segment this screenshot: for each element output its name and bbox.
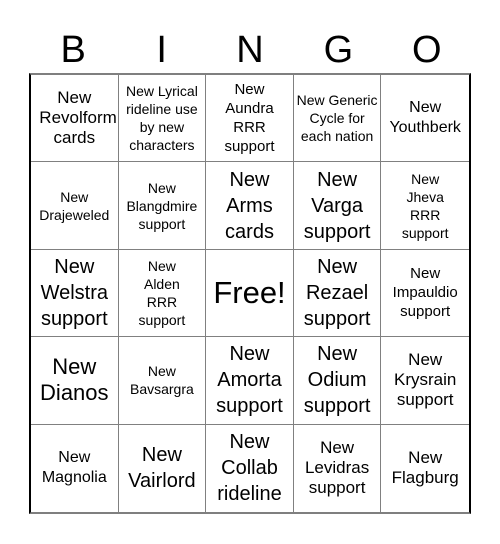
cell-text: New Alden RRR support — [138, 257, 186, 328]
bingo-cell[interactable]: New Alden RRR support — [118, 249, 207, 338]
bingo-board: New Revolform cards New Lyrical rideline… — [29, 73, 471, 514]
cell-text: New Blangdmire support — [126, 179, 198, 232]
bingo-cell[interactable]: New Generic Cycle for each nation — [293, 75, 382, 163]
bingo-cell[interactable]: New Collab rideline — [206, 424, 294, 512]
free-space-text: Free! — [213, 274, 286, 310]
bingo-header: B I N G O — [29, 28, 471, 73]
cell-text: New Bavsargra — [129, 363, 194, 398]
cell-text: New Flagburg — [391, 448, 459, 488]
cell-text: New Arms cards — [225, 168, 274, 243]
bingo-cell[interactable]: New Flagburg — [381, 425, 469, 512]
cell-text: New Generic Cycle for each nation — [296, 92, 378, 145]
bingo-cell[interactable]: New Aundra RRR support — [206, 75, 294, 163]
bingo-cell[interactable]: New Blangdmire support — [118, 162, 207, 250]
bingo-cell[interactable]: New Magnolia — [31, 424, 119, 512]
cell-text: New Rezael support — [303, 255, 371, 330]
cell-text: New Magnolia — [41, 449, 107, 487]
bingo-cell[interactable]: New Jheva RRR support — [381, 162, 469, 250]
header-letter-n: N — [236, 29, 264, 71]
bingo-cell[interactable]: New Lyrical rideline use by new characte… — [118, 75, 207, 163]
header-letter-o: O — [412, 29, 442, 71]
bingo-cell[interactable]: New Levidras support — [294, 424, 382, 512]
bingo-cell[interactable]: New Impauldio support — [381, 250, 469, 338]
bingo-cell-free[interactable]: Free! — [206, 249, 294, 338]
bingo-cell[interactable]: New Bavsargra — [118, 337, 207, 425]
cell-text: New Varga support — [303, 168, 371, 243]
bingo-cell[interactable]: New Dianos — [31, 337, 119, 425]
bingo-cell[interactable]: New Amorta support — [206, 337, 294, 425]
bingo-cell[interactable]: New Drajeweled — [31, 162, 119, 250]
bingo-cell[interactable]: New Vairlord — [119, 424, 207, 512]
cell-text: New Dianos — [40, 354, 109, 406]
cell-text: New Levidras support — [304, 438, 370, 498]
bingo-cell[interactable]: New Rezael support — [293, 249, 382, 338]
cell-text: New Krysrain support — [394, 350, 457, 410]
header-letter-g: G — [323, 29, 354, 71]
header-letter-i: I — [156, 29, 167, 71]
cell-text: New Lyrical rideline use by new characte… — [125, 83, 198, 154]
bingo-cell[interactable]: New Revolform cards — [31, 75, 119, 163]
cell-text: New Drajeweled — [39, 188, 110, 223]
cell-text: New Aundra RRR support — [224, 81, 275, 156]
bingo-cell[interactable]: New Krysrain support — [381, 337, 469, 425]
cell-text: New Collab rideline — [217, 431, 282, 506]
bingo-cell[interactable]: New Arms cards — [206, 162, 294, 250]
bingo-cell[interactable]: New Youthberk — [381, 75, 469, 163]
header-letter-b: B — [60, 29, 86, 71]
bingo-cell[interactable]: New Welstra support — [31, 249, 119, 338]
cell-text: New Vairlord — [128, 444, 196, 493]
cell-text: New Jheva RRR support — [401, 170, 449, 241]
cell-text: New Odium support — [303, 343, 371, 418]
cell-text: New Welstra support — [40, 255, 108, 330]
cell-text: New Impauldio support — [392, 265, 458, 321]
bingo-cell[interactable]: New Varga support — [293, 162, 382, 250]
bingo-cell[interactable]: New Odium support — [293, 337, 382, 425]
cell-text: New Amorta support — [216, 343, 283, 418]
cell-text: New Youthberk — [389, 99, 461, 137]
cell-text: New Revolform cards — [39, 88, 117, 148]
